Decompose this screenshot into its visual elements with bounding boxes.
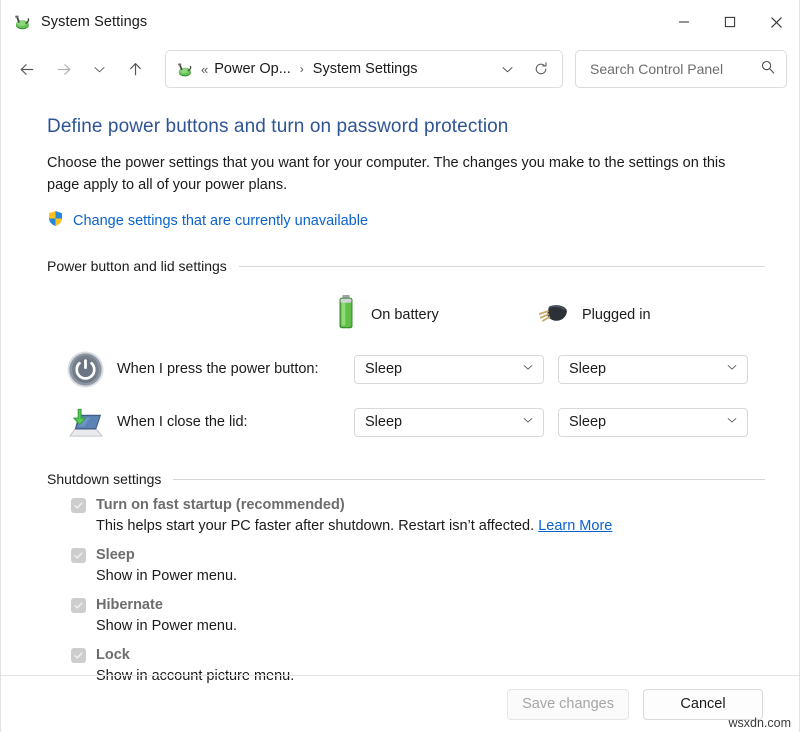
shutdown-section-title: Shutdown settings <box>47 471 161 487</box>
maximize-button[interactable] <box>707 0 753 44</box>
main-content: Define power buttons and turn on passwor… <box>1 94 799 687</box>
checkbox-description: Show in Power menu. <box>96 616 237 637</box>
page-description: Choose the power settings that you want … <box>47 152 737 196</box>
checkbox-sleep[interactable] <box>71 548 86 563</box>
title-bar: System Settings <box>1 0 799 44</box>
minimize-icon <box>678 16 690 28</box>
up-button[interactable] <box>117 52 153 86</box>
checkbox-description: This helps start your PC faster after sh… <box>96 516 612 537</box>
refresh-icon <box>533 61 549 77</box>
power-section-header: Power button and lid settings <box>47 258 765 274</box>
power-options-icon <box>13 13 31 31</box>
checkbox-item-hibernate[interactable]: Hibernate Show in Power menu. <box>47 596 765 637</box>
back-button[interactable] <box>9 52 45 86</box>
forward-button[interactable] <box>45 52 81 86</box>
checkbox-body: Hibernate Show in Power menu. <box>96 596 237 637</box>
breadcrumb-overflow[interactable]: « <box>201 62 208 77</box>
dropdown-value: Sleep <box>365 361 521 377</box>
checkbox-label: Turn on fast startup (recommended) <box>96 496 612 515</box>
chevron-down-icon <box>92 62 107 77</box>
change-settings-row[interactable]: Change settings that are currently unava… <box>47 210 765 232</box>
cancel-button[interactable]: Cancel <box>643 689 763 720</box>
setting-row-power-button: When I press the power button: Sleep Sle… <box>47 349 765 389</box>
checkbox-description: Show in Power menu. <box>96 566 237 587</box>
forward-arrow-icon <box>54 60 73 79</box>
chevron-down-icon <box>725 413 739 432</box>
checkmark-icon <box>73 600 84 611</box>
column-label-plugged-in: Plugged in <box>582 307 651 323</box>
window-controls <box>661 0 799 44</box>
checkmark-icon <box>73 500 84 511</box>
learn-more-link[interactable]: Learn More <box>538 518 612 534</box>
dropdown-value: Sleep <box>569 414 725 430</box>
chevron-down-icon <box>725 360 739 379</box>
dropdown-close-lid-plugged-in[interactable]: Sleep <box>558 408 748 437</box>
chevron-down-icon <box>521 360 535 379</box>
label-close-lid: When I close the lid: <box>117 414 354 430</box>
dropdown-value: Sleep <box>569 361 725 377</box>
breadcrumb-segment-system-settings[interactable]: System Settings <box>313 61 418 77</box>
section-divider <box>173 479 765 480</box>
shield-icon <box>47 210 64 232</box>
checkbox-label: Sleep <box>96 546 237 565</box>
change-unavailable-settings-link[interactable]: Change settings that are currently unava… <box>73 213 368 229</box>
label-power-button: When I press the power button: <box>117 361 354 377</box>
chevron-down-icon <box>521 413 535 432</box>
dropdown-close-lid-on-battery[interactable]: Sleep <box>354 408 544 437</box>
save-changes-button[interactable]: Save changes <box>507 689 629 720</box>
checkbox-item-fast-startup[interactable]: Turn on fast startup (recommended) This … <box>47 496 765 537</box>
power-section-title: Power button and lid settings <box>47 258 227 274</box>
column-plugged-in: Plugged in <box>538 294 742 336</box>
checkbox-label: Hibernate <box>96 596 237 615</box>
checkbox-fast-startup[interactable] <box>71 498 86 513</box>
checkbox-item-sleep[interactable]: Sleep Show in Power menu. <box>47 546 765 587</box>
minimize-button[interactable] <box>661 0 707 44</box>
checkmark-icon <box>73 650 84 661</box>
back-arrow-icon <box>18 60 37 79</box>
shutdown-section-header: Shutdown settings <box>47 471 765 487</box>
search-icon[interactable] <box>760 59 776 80</box>
watermark: wsxdn.com <box>728 716 791 730</box>
page-title: Define power buttons and turn on passwor… <box>47 116 765 138</box>
checkbox-body: Sleep Show in Power menu. <box>96 546 237 587</box>
maximize-icon <box>724 16 736 28</box>
breadcrumb-segment-power-options[interactable]: Power Op... <box>214 61 291 77</box>
search-input[interactable] <box>588 60 760 78</box>
battery-icon <box>334 294 358 336</box>
close-icon <box>770 16 783 29</box>
column-on-battery: On battery <box>334 294 538 336</box>
checkbox-hibernate[interactable] <box>71 598 86 613</box>
column-label-on-battery: On battery <box>371 307 439 323</box>
power-column-headers: On battery Plugged in <box>47 294 765 336</box>
close-button[interactable] <box>753 0 799 44</box>
address-bar[interactable]: « Power Op... › System Settings <box>165 50 563 88</box>
dropdown-value: Sleep <box>365 414 521 430</box>
system-settings-window: System Settings <box>0 0 800 732</box>
navigation-bar: « Power Op... › System Settings <box>1 44 799 94</box>
window-title: System Settings <box>41 14 147 30</box>
dropdown-power-button-plugged-in[interactable]: Sleep <box>558 355 748 384</box>
dropdown-power-button-on-battery[interactable]: Sleep <box>354 355 544 384</box>
search-box[interactable] <box>575 50 787 88</box>
up-arrow-icon <box>126 60 145 79</box>
power-options-icon <box>176 61 193 78</box>
power-plug-icon <box>538 302 569 329</box>
close-lid-icon <box>65 402 105 442</box>
checkbox-label: Lock <box>96 646 294 665</box>
checkbox-lock[interactable] <box>71 648 86 663</box>
footer-bar: Save changes Cancel <box>1 676 799 732</box>
breadcrumb-separator-icon: › <box>300 62 304 76</box>
setting-row-close-lid: When I close the lid: Sleep Sleep <box>47 402 765 442</box>
address-dropdown-button[interactable] <box>490 52 524 86</box>
power-button-icon <box>65 349 105 389</box>
refresh-button[interactable] <box>524 52 558 86</box>
recent-locations-button[interactable] <box>81 52 117 86</box>
checkmark-icon <box>73 550 84 561</box>
section-divider <box>239 266 765 267</box>
checkbox-body: Turn on fast startup (recommended) This … <box>96 496 612 537</box>
chevron-down-icon <box>500 62 515 77</box>
shutdown-options-list: Turn on fast startup (recommended) This … <box>47 496 765 687</box>
checkbox-description-text: This helps start your PC faster after sh… <box>96 518 534 534</box>
